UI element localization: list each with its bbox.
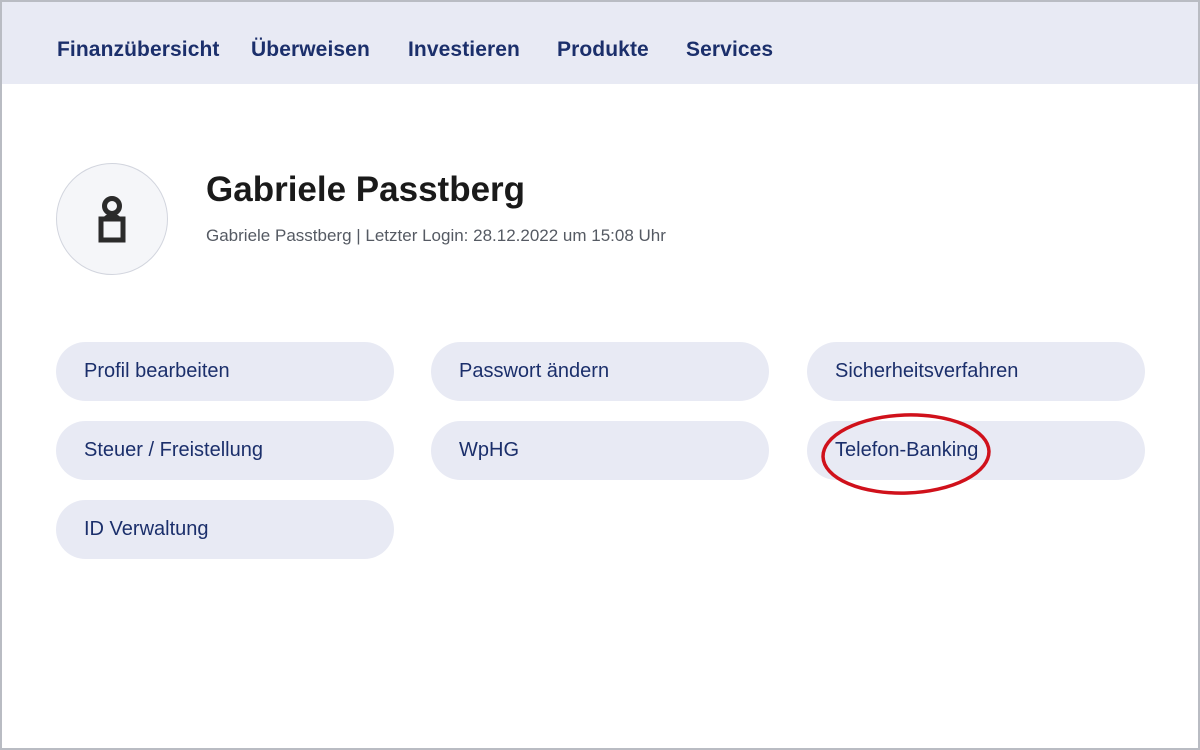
button-label: Sicherheitsverfahren	[835, 360, 1019, 382]
button-label: Profil bearbeiten	[84, 360, 230, 382]
telephone-banking-button[interactable]: Telefon-Banking	[807, 421, 1145, 480]
security-procedure-button[interactable]: Sicherheitsverfahren	[807, 342, 1145, 401]
nav-item-services[interactable]: Services	[686, 38, 773, 62]
top-navigation: Finanzübersicht Überweisen Investieren P…	[2, 2, 1198, 84]
button-label: Steuer / Freistellung	[84, 439, 263, 461]
button-label: Telefon-Banking	[835, 439, 979, 461]
button-label: Passwort ändern	[459, 360, 610, 382]
avatar	[56, 163, 168, 275]
app-frame: Finanzübersicht Überweisen Investieren P…	[0, 0, 1200, 750]
nav-item-ueberweisen[interactable]: Überweisen	[251, 38, 370, 62]
last-login-info: Gabriele Passtberg | Letzter Login: 28.1…	[206, 226, 666, 245]
tax-exemption-button[interactable]: Steuer / Freistellung	[56, 421, 394, 480]
user-icon	[98, 196, 126, 243]
button-label: WpHG	[459, 439, 519, 461]
change-password-button[interactable]: Passwort ändern	[431, 342, 769, 401]
nav-item-investieren[interactable]: Investieren	[408, 38, 520, 62]
id-management-button[interactable]: ID Verwaltung	[56, 500, 394, 559]
wphg-button[interactable]: WpHG	[431, 421, 769, 480]
profile-edit-button[interactable]: Profil bearbeiten	[56, 342, 394, 401]
nav-item-produkte[interactable]: Produkte	[557, 38, 649, 62]
button-label: ID Verwaltung	[84, 518, 209, 540]
user-name: Gabriele Passtberg	[206, 170, 526, 209]
nav-item-finanzuebersicht[interactable]: Finanzübersicht	[57, 38, 220, 62]
